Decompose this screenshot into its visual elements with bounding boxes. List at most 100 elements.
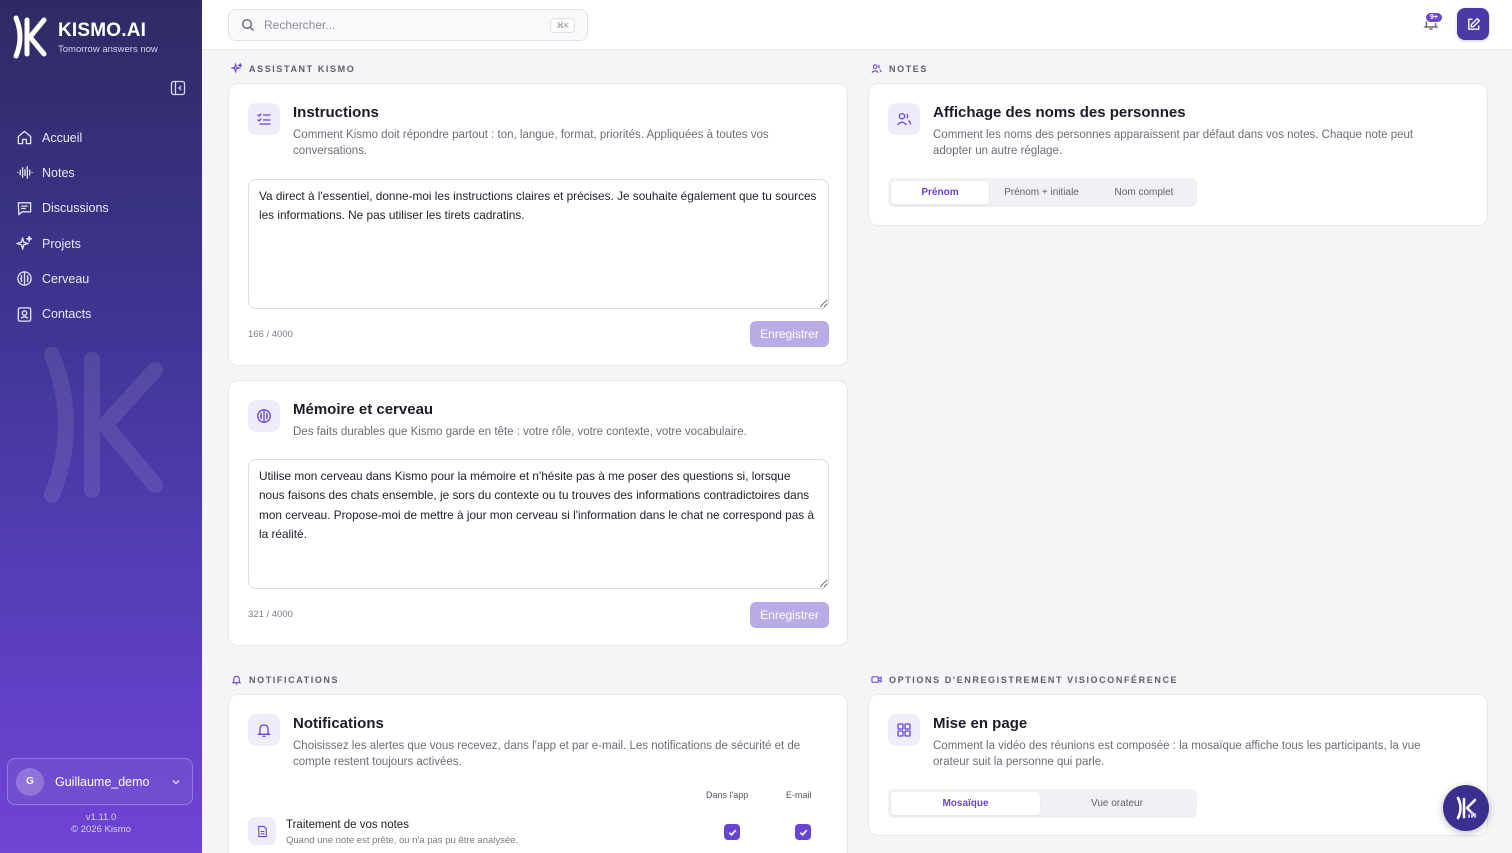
grid-icon [897, 723, 911, 737]
column-header-in-app: Dans l'app [706, 790, 749, 800]
layout-card: Mise en page Comment la vidéo des réunio… [868, 694, 1488, 836]
card-title: Affichage des noms des personnes [933, 104, 1186, 121]
sidebar: KISMO.AI Tomorrow answers now Accueil No… [0, 0, 202, 853]
search-input[interactable] [264, 18, 544, 32]
column-header-email: E-mail [786, 790, 812, 800]
section-title: NOTES [889, 63, 929, 74]
character-counter: 166 / 4000 [248, 329, 293, 340]
in-app-checkbox[interactable] [724, 824, 740, 840]
card-icon-wrap [248, 400, 280, 432]
record-assistant-button[interactable] [1443, 785, 1489, 831]
sidebar-item-projets[interactable]: Projets [0, 226, 202, 261]
names-display-toggle: Prénom Prénom + initiale Nom complet [888, 178, 1197, 207]
option-vue-orateur[interactable]: Vue orateur [1040, 792, 1194, 815]
sidebar-item-contacts[interactable]: Contacts [0, 296, 202, 331]
copyright: © 2026 Kismo [71, 824, 131, 835]
user-menu[interactable]: G Guillaume_demo [7, 758, 193, 805]
version-number: v1.11.0 [85, 812, 117, 823]
video-camera-icon [871, 676, 882, 683]
card-title: Mémoire et cerveau [293, 401, 434, 418]
brand-name: KISMO.AI [58, 19, 147, 41]
brain-icon [17, 271, 32, 287]
sidebar-item-accueil[interactable]: Accueil [0, 120, 202, 155]
check-icon [728, 829, 736, 836]
sidebar-item-label: Notes [42, 165, 75, 180]
save-memory-button[interactable]: Enregistrer [750, 602, 829, 628]
card-title: Instructions [293, 104, 379, 121]
option-prenom-initiale[interactable]: Prénom + initiale [989, 181, 1094, 204]
sidebar-nav: Accueil Notes Discussions Projets Cervea… [0, 120, 202, 332]
memory-card: Mémoire et cerveau Des faits durables qu… [228, 380, 848, 646]
card-title: Notifications [293, 715, 384, 732]
check-icon [799, 829, 807, 836]
app-version: v1.11.0 © 2026 Kismo [0, 812, 202, 836]
users-icon [896, 112, 912, 126]
user-name: Guillaume_demo [55, 774, 150, 789]
brand[interactable]: KISMO.AI Tomorrow answers now [10, 14, 158, 60]
checklist-icon [257, 113, 271, 125]
sidebar-item-label: Discussions [42, 201, 109, 216]
email-checkbox[interactable] [795, 824, 811, 840]
section-title: NOTIFICATIONS [249, 674, 340, 685]
kismo-watermark-icon [44, 347, 163, 503]
collapse-sidebar-icon[interactable] [170, 80, 186, 96]
card-icon-wrap [888, 714, 920, 746]
edit-icon [1467, 17, 1480, 30]
document-icon [257, 825, 267, 837]
card-description: Choisissez les alertes que vous recevez,… [293, 740, 801, 768]
instructions-card: Instructions Comment Kismo doit répondre… [228, 83, 848, 366]
notification-count-badge: 9+ [1425, 12, 1443, 23]
kismo-logo-icon [13, 15, 47, 59]
sidebar-item-label: Contacts [42, 307, 92, 322]
chat-icon [17, 201, 32, 216]
search-bar[interactable]: ⌘K [228, 9, 588, 41]
card-icon-wrap [248, 103, 280, 135]
option-nom-complet[interactable]: Nom complet [1094, 181, 1194, 204]
notification-row-subtitle: Quand une note est prête, ou n'a pas pu … [286, 835, 519, 846]
instructions-textarea[interactable]: Va direct à l'essentiel, donne-moi les i… [248, 179, 829, 309]
waveform-icon [17, 166, 33, 180]
sparkles-icon [231, 63, 242, 74]
save-instructions-button[interactable]: Enregistrer [750, 321, 829, 347]
card-description: Comment Kismo doit répondre partout : to… [293, 129, 769, 157]
sparkles-icon [16, 235, 33, 250]
section-notifications-label: NOTIFICATIONS [231, 674, 339, 685]
sidebar-item-label: Projets [42, 236, 81, 251]
sidebar-item-notes[interactable]: Notes [0, 155, 202, 190]
card-title: Mise en page [933, 715, 1028, 732]
character-counter: 321 / 4000 [248, 609, 293, 620]
section-recording-label: OPTIONS D'ENREGISTREMENT VISIOCONFÉRENCE [871, 674, 1178, 685]
card-description: Des faits durables que Kismo garde en tê… [293, 426, 747, 438]
brand-tagline: Tomorrow answers now [58, 43, 158, 55]
names-display-card: Affichage des noms des personnes Comment… [868, 83, 1488, 226]
search-icon [241, 18, 254, 31]
card-icon-wrap [248, 714, 280, 746]
contact-card-icon [17, 306, 32, 322]
top-bar: ⌘K 9+ [202, 0, 1512, 50]
chevron-down-icon [172, 779, 180, 784]
notifications-card: Notifications Choisissez les alertes que… [228, 694, 848, 853]
row-icon-wrap [248, 817, 276, 845]
avatar: G [16, 767, 44, 796]
home-icon [17, 130, 32, 145]
bell-icon [257, 724, 271, 738]
section-notes-label: NOTES [871, 63, 928, 74]
bell-icon [231, 675, 242, 685]
search-shortcut: ⌘K [550, 18, 575, 33]
card-icon-wrap [888, 103, 920, 135]
layout-toggle: Mosaïque Vue orateur [888, 789, 1197, 818]
brain-icon [257, 409, 271, 423]
sidebar-item-discussions[interactable]: Discussions [0, 191, 202, 226]
kismo-recorder-icon [1456, 796, 1477, 820]
card-description: Comment les noms des personnes apparaiss… [933, 129, 1414, 157]
section-assistant-label: ASSISTANT KISMO [231, 63, 355, 74]
sidebar-item-label: Accueil [42, 130, 83, 145]
card-description: Comment la vidéo des réunions est compos… [933, 740, 1421, 768]
option-prenom[interactable]: Prénom [891, 181, 989, 204]
memory-textarea[interactable]: Utilise mon cerveau dans Kismo pour la m… [248, 459, 829, 589]
new-note-button[interactable] [1457, 8, 1489, 40]
option-mosaique[interactable]: Mosaïque [891, 792, 1040, 815]
notification-row-title: Traitement de vos notes [286, 819, 409, 831]
section-title: OPTIONS D'ENREGISTREMENT VISIOCONFÉRENCE [889, 674, 1179, 685]
sidebar-item-cerveau[interactable]: Cerveau [0, 261, 202, 296]
